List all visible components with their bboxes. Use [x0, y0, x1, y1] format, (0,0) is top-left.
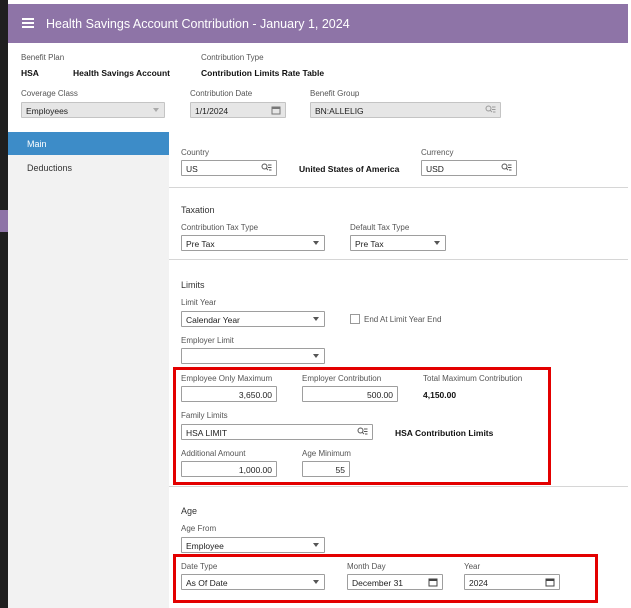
chevron-down-icon: [313, 317, 319, 321]
age-from-label: Age From: [181, 524, 217, 533]
sidebar-item-main[interactable]: Main: [8, 132, 169, 155]
employer-limit-label: Employer Limit: [181, 336, 234, 345]
limit-year-value: Calendar Year: [186, 315, 240, 325]
coverage-class-select[interactable]: Employees: [21, 102, 165, 118]
age-from-value: Employee: [186, 541, 224, 551]
coverage-class-label: Coverage Class: [21, 89, 78, 98]
section-divider: [169, 187, 628, 188]
currency-field[interactable]: USD: [421, 160, 517, 176]
sidebar: Main Deductions: [8, 132, 169, 608]
lookup-icon[interactable]: [501, 163, 512, 175]
currency-value: USD: [426, 164, 444, 174]
benefit-group-label: Benefit Group: [310, 89, 360, 98]
contribution-date-field[interactable]: 1/1/2024: [190, 102, 286, 118]
contribution-type-value: Contribution Limits Rate Table: [201, 68, 325, 78]
calendar-icon: [271, 105, 281, 117]
benefit-plan-name: Health Savings Account: [73, 68, 170, 78]
end-at-limit-year-end-checkbox[interactable]: [350, 314, 360, 324]
default-tax-type-label: Default Tax Type: [350, 223, 410, 232]
coverage-class-value: Employees: [26, 106, 69, 116]
contribution-date-label: Contribution Date: [190, 89, 253, 98]
age-title: Age: [181, 506, 198, 516]
benefit-group-value: BN:ALLELIG: [315, 106, 364, 116]
left-edge: [0, 0, 8, 608]
currency-label: Currency: [421, 148, 454, 157]
end-at-limit-year-end-label: End At Limit Year End: [364, 315, 442, 324]
chevron-down-icon: [313, 543, 319, 547]
limits-title: Limits: [181, 280, 205, 290]
contribution-tax-type-select[interactable]: Pre Tax: [181, 235, 325, 251]
country-field[interactable]: US: [181, 160, 277, 176]
limit-year-select[interactable]: Calendar Year: [181, 311, 325, 327]
benefit-plan-label: Benefit Plan: [21, 53, 65, 62]
highlight-box-limits: [173, 367, 551, 485]
chevron-down-icon: [313, 354, 319, 358]
contribution-type-label: Contribution Type: [201, 53, 264, 62]
chevron-down-icon: [434, 241, 440, 245]
default-tax-type-select[interactable]: Pre Tax: [350, 235, 446, 251]
title-bar: Health Savings Account Contribution - Ja…: [8, 4, 628, 43]
benefit-group-field[interactable]: BN:ALLELIG: [310, 102, 501, 118]
lookup-icon[interactable]: [261, 163, 272, 175]
employer-limit-select[interactable]: [181, 348, 325, 364]
sidebar-item-label: Deductions: [27, 163, 73, 173]
hamburger-icon[interactable]: [22, 18, 34, 28]
benefit-plan-code: HSA: [21, 68, 39, 78]
contribution-tax-type-label: Contribution Tax Type: [181, 223, 259, 232]
country-description: United States of America: [299, 164, 400, 174]
lookup-icon: [485, 105, 496, 117]
contribution-tax-type-value: Pre Tax: [186, 239, 215, 249]
sidebar-item-deductions[interactable]: Deductions: [8, 156, 169, 179]
section-divider: [169, 259, 628, 260]
age-from-select[interactable]: Employee: [181, 537, 325, 553]
section-divider: [169, 486, 628, 487]
page-title: Health Savings Account Contribution - Ja…: [46, 17, 350, 31]
contribution-date-value: 1/1/2024: [195, 106, 229, 116]
left-edge-accent: [0, 210, 8, 232]
chevron-down-icon: [313, 241, 319, 245]
country-value: US: [186, 164, 198, 174]
taxation-title: Taxation: [181, 205, 215, 215]
country-label: Country: [181, 148, 210, 157]
chevron-down-icon: [153, 108, 159, 112]
highlight-box-age: [173, 554, 598, 603]
limit-year-label: Limit Year: [181, 298, 217, 307]
sidebar-item-label: Main: [27, 139, 47, 149]
default-tax-type-value: Pre Tax: [355, 239, 384, 249]
